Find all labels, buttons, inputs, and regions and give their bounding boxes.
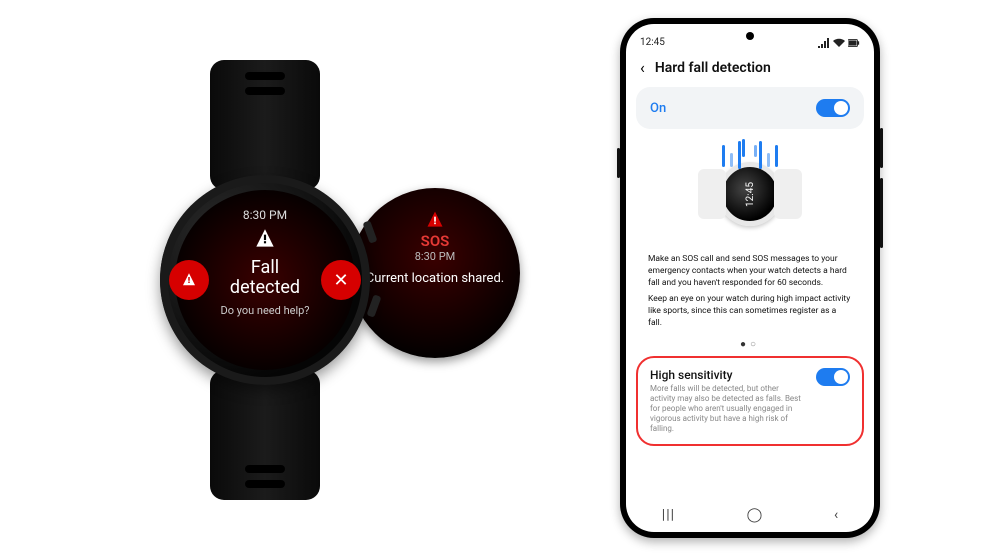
watch-case: 8:30 PM Fall detected Do you need help? …	[160, 175, 370, 385]
wifi-icon	[833, 38, 845, 48]
dismiss-button[interactable]: ✕	[321, 260, 361, 300]
watch-crown-button[interactable]	[362, 220, 377, 243]
fall-subtext: Do you need help?	[175, 304, 355, 317]
nav-home-button[interactable]: ◯	[747, 507, 763, 523]
nav-recents-button[interactable]: |||	[662, 507, 675, 523]
sos-button[interactable]	[169, 260, 209, 300]
watch-strap-top	[210, 60, 320, 190]
phone-volume-button[interactable]	[880, 178, 883, 248]
sensitivity-toggle-switch[interactable]	[816, 368, 850, 386]
android-navbar: ||| ◯ ‹	[626, 498, 874, 532]
watch-side-button[interactable]	[366, 294, 381, 317]
sensitivity-body: More falls will be detected, but other a…	[650, 384, 806, 434]
page-title: Hard fall detection	[655, 60, 771, 76]
status-time: 12:45	[640, 37, 665, 48]
signal-icon	[818, 38, 830, 48]
illustration-watch-icon: 12:45	[718, 162, 782, 226]
watch-time: 8:30 PM	[175, 208, 355, 222]
main-toggle-row[interactable]: On	[636, 87, 864, 129]
close-icon: ✕	[333, 270, 348, 291]
phone-power-button[interactable]	[880, 128, 883, 168]
phone-screen: 12:45 ‹ Hard fall detection On	[626, 24, 874, 532]
phone-camera-notch	[746, 32, 754, 40]
page-indicator[interactable]: ●○	[626, 333, 874, 354]
high-sensitivity-card[interactable]: High sensitivity More falls will be dete…	[636, 356, 864, 446]
sensitivity-title: High sensitivity	[650, 368, 806, 382]
watch-face-primary: 8:30 PM Fall detected Do you need help? …	[175, 190, 355, 370]
main-toggle-switch[interactable]	[816, 99, 850, 117]
nav-back-button[interactable]: ‹	[834, 507, 838, 523]
phone-bixby-button[interactable]	[617, 148, 620, 178]
back-button[interactable]: ‹	[640, 58, 645, 77]
alert-icon	[252, 226, 278, 252]
appbar: ‹ Hard fall detection	[626, 50, 874, 87]
main-toggle-label: On	[650, 101, 666, 116]
description-text: Make an SOS call and send SOS messages t…	[626, 249, 874, 333]
battery-icon	[848, 38, 860, 48]
alert-icon	[425, 210, 445, 230]
watch-device: 8:30 PM Fall detected Do you need help? …	[140, 60, 390, 500]
phone-device: 12:45 ‹ Hard fall detection On	[620, 18, 880, 538]
illustration: 12:45	[626, 139, 874, 249]
watch-strap-bottom	[210, 370, 320, 500]
